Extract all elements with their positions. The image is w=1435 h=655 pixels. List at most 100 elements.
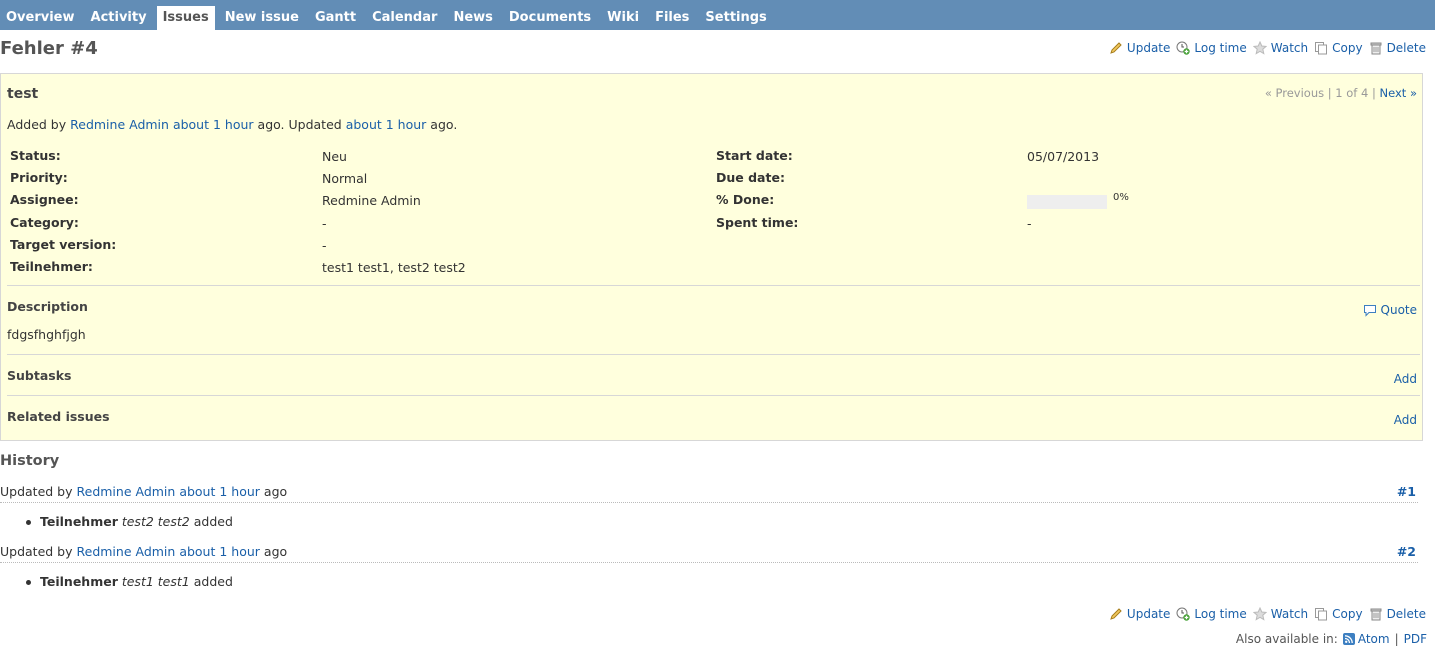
tab-settings[interactable]: Settings xyxy=(699,6,772,30)
delete-button[interactable]: Delete xyxy=(1369,41,1426,55)
watch-button[interactable]: Watch xyxy=(1252,607,1308,621)
tab-gantt[interactable]: Gantt xyxy=(309,6,362,30)
divider xyxy=(7,395,1420,396)
issue-box: test « Previous | 1 of 4 | Next » Added … xyxy=(0,73,1423,441)
detail-value: test2 test2 xyxy=(121,514,190,529)
journal-author-link[interactable]: Redmine Admin xyxy=(77,544,176,559)
copy-button[interactable]: Copy xyxy=(1314,607,1363,621)
author-line: Added by Redmine Admin about 1 hour ago.… xyxy=(7,117,457,132)
log-time-button[interactable]: Log time xyxy=(1176,41,1247,55)
journal-time-link[interactable]: about 1 hour xyxy=(179,544,260,559)
next-link[interactable]: Next » xyxy=(1380,86,1417,100)
updated-by-text: Updated by xyxy=(0,544,73,559)
update-button[interactable]: Update xyxy=(1109,41,1170,55)
copy-label: Copy xyxy=(1332,607,1363,621)
divider xyxy=(7,354,1420,355)
journal-index-link[interactable]: #1 xyxy=(1397,484,1416,499)
nav-separator: | xyxy=(1371,86,1376,100)
tab-activity[interactable]: Activity xyxy=(85,6,153,30)
contextual-actions-top: Update Log time Watch Copy Delete xyxy=(1103,41,1426,55)
teilnehmer-value: test1 test1, test2 test2 xyxy=(322,260,466,275)
atom-label: Atom xyxy=(1357,632,1390,646)
status-value: Neu xyxy=(322,149,347,164)
quote-label: Quote xyxy=(1380,303,1417,317)
history-title: History xyxy=(0,453,60,469)
watch-button[interactable]: Watch xyxy=(1252,41,1309,55)
description-title: Description xyxy=(7,299,88,314)
tab-news[interactable]: News xyxy=(447,6,498,30)
done-label: % Done: xyxy=(716,192,775,207)
quote-button[interactable]: Quote xyxy=(1363,303,1417,317)
target-version-label: Target version: xyxy=(10,237,117,252)
spent-time-label: Spent time: xyxy=(716,215,799,230)
status-label: Status: xyxy=(10,148,61,163)
nav-separator: | xyxy=(1327,86,1332,100)
star-icon xyxy=(1252,41,1267,55)
journal-author-link[interactable]: Redmine Admin xyxy=(77,484,176,499)
divider xyxy=(7,285,1420,286)
attr-row: Target version: - xyxy=(10,237,1420,259)
trash-icon xyxy=(1370,608,1382,621)
contextual-actions-bottom: Update Log time Watch Copy Delete xyxy=(1103,607,1426,621)
tab-overview[interactable]: Overview xyxy=(0,6,81,30)
page-title: Fehler #4 xyxy=(0,38,98,59)
pdf-link[interactable]: PDF xyxy=(1404,632,1427,646)
added-time-link[interactable]: about 1 hour xyxy=(173,117,254,132)
updated-by-text: Updated by xyxy=(0,484,73,499)
due-date-label: Due date: xyxy=(716,170,785,185)
update-label: Update xyxy=(1126,41,1171,55)
journal-time-link[interactable]: about 1 hour xyxy=(179,484,260,499)
author-link[interactable]: Redmine Admin xyxy=(70,117,169,132)
tab-documents[interactable]: Documents xyxy=(503,6,597,30)
attr-row: Teilnehmer: test1 test1, test2 test2 xyxy=(10,259,1420,281)
journal-detail: Teilnehmer test2 test2 added xyxy=(26,514,233,529)
comment-icon xyxy=(1363,304,1376,317)
log-time-button[interactable]: Log time xyxy=(1176,607,1247,621)
log-time-label: Log time xyxy=(1194,41,1247,55)
detail-value: test1 test1 xyxy=(121,574,190,589)
clock-add-icon xyxy=(1176,607,1191,621)
tab-new-issue[interactable]: New issue xyxy=(219,6,305,30)
attr-row: Status: Neu Start date: 05/07/2013 xyxy=(10,148,1420,170)
attr-row: Assignee: Redmine Admin % Done: 0% xyxy=(10,192,1420,214)
issue-attributes: Status: Neu Start date: 05/07/2013 Prior… xyxy=(10,148,1420,281)
delete-label: Delete xyxy=(1386,607,1426,621)
journal-index-link[interactable]: #2 xyxy=(1397,544,1416,559)
attr-row: Category: - Spent time: - xyxy=(10,214,1420,237)
detail-field: Teilnehmer xyxy=(40,574,118,589)
copy-label: Copy xyxy=(1332,41,1363,55)
also-available-text: Also available in: xyxy=(1235,632,1338,646)
update-button[interactable]: Update xyxy=(1109,607,1170,621)
atom-link[interactable]: Atom xyxy=(1342,632,1390,646)
watch-label: Watch xyxy=(1270,41,1309,55)
project-tabs: Overview Activity Issues New issue Gantt… xyxy=(0,6,777,30)
spent-time-value: - xyxy=(1027,216,1032,231)
other-formats: Also available in: Atom | PDF xyxy=(1236,632,1427,646)
pencil-icon xyxy=(1110,42,1122,54)
add-subtask-link[interactable]: Add xyxy=(1394,372,1417,386)
assignee-link[interactable]: Redmine Admin xyxy=(322,193,421,208)
tab-wiki[interactable]: Wiki xyxy=(601,6,645,30)
delete-button[interactable]: Delete xyxy=(1369,607,1426,621)
tab-calendar[interactable]: Calendar xyxy=(366,6,443,30)
clock-add-icon xyxy=(1176,41,1191,55)
related-issues-title: Related issues xyxy=(7,409,110,424)
start-date-label: Start date: xyxy=(716,148,793,163)
priority-label: Priority: xyxy=(10,170,68,185)
add-related-issue-link[interactable]: Add xyxy=(1394,413,1417,427)
previous-link: « Previous xyxy=(1264,86,1325,100)
detail-action: added xyxy=(193,514,233,529)
detail-field: Teilnehmer xyxy=(40,514,118,529)
updated-time-link[interactable]: about 1 hour xyxy=(346,117,427,132)
feed-icon xyxy=(1342,633,1355,645)
pencil-icon xyxy=(1110,608,1122,620)
description-text: fdgsfhghfjgh xyxy=(7,327,86,342)
journal-ago: ago xyxy=(263,544,288,559)
tab-files[interactable]: Files xyxy=(649,6,695,30)
tab-issues[interactable]: Issues xyxy=(156,6,215,30)
copy-button[interactable]: Copy xyxy=(1314,41,1363,55)
attr-row: Priority: Normal Due date: xyxy=(10,170,1420,192)
issue-subject: test xyxy=(7,86,39,102)
journal-header: Updated by Redmine Admin about 1 hour ag… xyxy=(0,544,1418,563)
bullet xyxy=(26,580,31,585)
